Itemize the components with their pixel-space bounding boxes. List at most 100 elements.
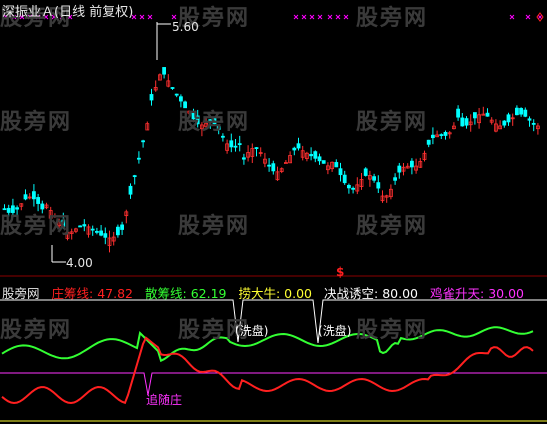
marker-x (317, 14, 323, 20)
candle-body (527, 118, 532, 121)
low-price-label: 4.00 (66, 256, 93, 270)
candle-body (456, 108, 461, 118)
candle-body (95, 231, 99, 233)
candle-body (174, 93, 179, 96)
candle-body (78, 225, 82, 228)
candle-body (338, 168, 343, 176)
candle-body (271, 163, 276, 172)
candle-body (99, 230, 103, 236)
candle-body (162, 67, 167, 75)
candle-body (132, 175, 137, 178)
watermark: 股旁网 (356, 110, 429, 135)
candle-body (220, 135, 225, 138)
candle-body (430, 134, 435, 139)
candle-body (376, 182, 381, 189)
candle-body (116, 226, 120, 236)
watermark: 股旁网 (356, 214, 429, 239)
candle-body (460, 117, 465, 127)
legend-label: 鸡雀升天 (429, 286, 480, 301)
marker-x (139, 14, 145, 20)
candle-body (472, 112, 477, 119)
candle-body (136, 157, 141, 160)
candle-body (439, 134, 444, 136)
candle-body (321, 160, 326, 164)
candle-body (397, 165, 402, 173)
candle-body (313, 151, 318, 159)
candle-body (128, 185, 133, 195)
washout-label: 洗盘 (239, 324, 264, 338)
legend-item: 决战诱空: 80.00 (324, 286, 418, 301)
candle-body (292, 147, 297, 151)
marker-x (343, 14, 349, 20)
candle-body (351, 187, 356, 190)
washout-annotation: (洗盘) (235, 324, 269, 338)
marker-x (147, 14, 153, 20)
legend-item: 散筹线: 62.19 (144, 286, 227, 301)
candle-body (103, 233, 108, 238)
candle-body (120, 224, 124, 230)
legend-item: 捞大牛: 0.00 (238, 286, 313, 301)
candle-body (82, 224, 87, 227)
washout-annotation: (洗盘) (318, 324, 352, 338)
candle-body (32, 191, 36, 200)
watermark: 股旁网 (0, 318, 73, 343)
candle-body (317, 156, 322, 162)
follow-annotation: 追随庄 (146, 393, 183, 407)
legend-value: 0.00 (284, 286, 313, 301)
legend-value: 30.00 (488, 286, 524, 301)
candle-body (519, 108, 523, 115)
marker-x (327, 14, 333, 20)
candle-body (309, 154, 314, 157)
candle-body (506, 114, 511, 123)
marker-x (171, 14, 177, 20)
legend-label: 散筹线 (144, 286, 183, 301)
washout-label: 洗盘 (322, 324, 347, 338)
marker-x (301, 14, 307, 20)
candle-body (233, 145, 238, 148)
chart-canvas (0, 12, 547, 422)
legend-value: 62.19 (190, 286, 227, 301)
marker-x (335, 14, 341, 20)
candle-body (141, 140, 146, 143)
candle-body (170, 87, 175, 89)
watermark: 股旁网 (0, 110, 73, 135)
candle-body (342, 174, 347, 184)
candle-body (229, 140, 234, 148)
candle-body (523, 109, 528, 117)
candle-body (267, 164, 272, 167)
candle-body (36, 197, 40, 204)
legend-item: 鸡雀升天: 30.00 (429, 286, 524, 301)
candle-body (296, 143, 301, 149)
marker-x (309, 14, 315, 20)
candle-body (515, 107, 519, 116)
candle-body (334, 162, 339, 168)
legend-label: 决战诱空 (324, 286, 375, 301)
line-dealer (1, 336, 534, 405)
watermark: 股旁网 (356, 318, 429, 343)
marker-x (509, 14, 515, 20)
legend-label: 庄筹线 (51, 286, 90, 301)
candle-body (372, 176, 377, 181)
legend-value: 80.00 (382, 286, 418, 301)
legend-value: 47.82 (97, 286, 133, 301)
marker-x (525, 14, 531, 20)
watermark: 股旁网 (0, 214, 73, 239)
candle-body (149, 94, 154, 101)
candle-body (346, 184, 351, 189)
candle-body (237, 143, 242, 146)
watermark: 股旁网 (178, 110, 251, 135)
candle-body (90, 228, 95, 231)
candle-body (531, 122, 536, 125)
candle-body (409, 160, 414, 168)
candle-body (426, 139, 431, 145)
indicator-name: 股旁网 (2, 286, 40, 301)
legend-item: 庄筹线: 47.82 (51, 286, 134, 301)
marker-x (293, 14, 299, 20)
watermark: 股旁网 (178, 214, 251, 239)
candle-body (178, 96, 183, 102)
watermark: 股旁网 (356, 6, 429, 31)
indicator-legend: 股旁网 庄筹线: 47.82 散筹线: 62.19 捞大牛: 0.00 决战诱空… (2, 283, 532, 302)
candle-body (254, 147, 259, 149)
signal-symbol: $ (336, 265, 345, 279)
line-rising (0, 372, 547, 396)
